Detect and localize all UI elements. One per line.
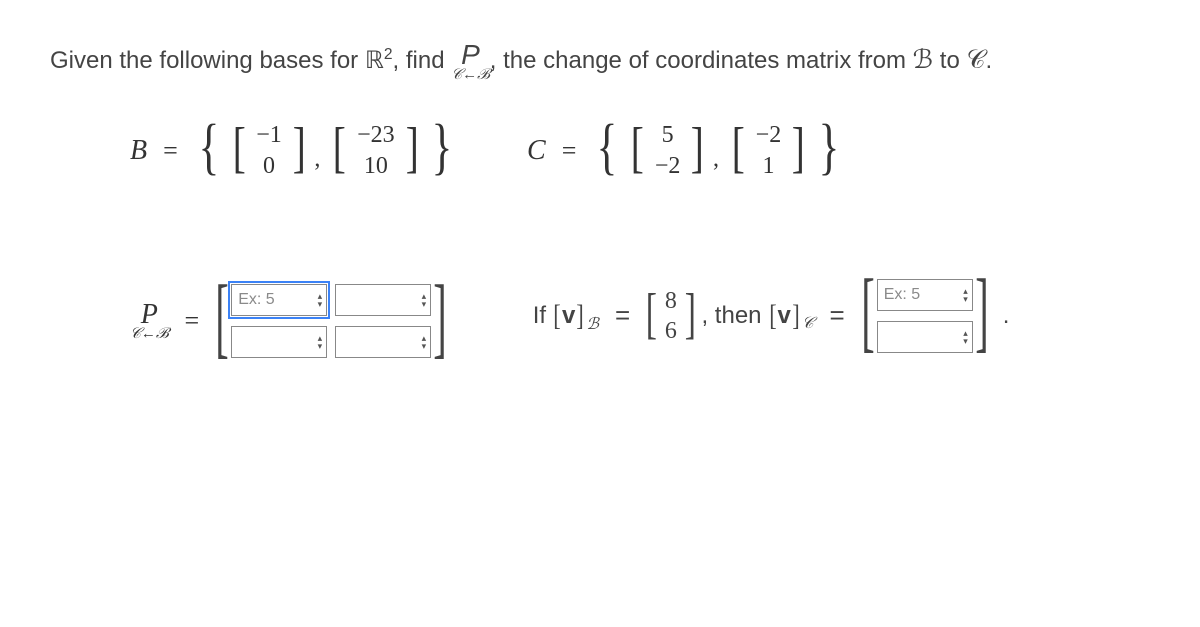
p-matrix-cell-0-1[interactable]: ▴▾ bbox=[335, 284, 431, 316]
vc-cell-0[interactable]: Ex: 5▴▾ bbox=[877, 279, 973, 311]
v-C-input-bracket: [ Ex: 5▴▾ ▴▾ ] bbox=[861, 279, 989, 353]
real-symbol: ℝ bbox=[365, 48, 384, 74]
p-matrix-cell-1-1[interactable]: ▴▾ bbox=[335, 326, 431, 358]
v-B-coord: [v]ℬ bbox=[552, 299, 599, 333]
change-of-basis-symbol: P𝒞←ℬ bbox=[451, 41, 490, 82]
stepper-icon[interactable]: ▴▾ bbox=[318, 334, 323, 350]
stepper-icon[interactable]: ▴▾ bbox=[318, 292, 323, 308]
vc-cell-1[interactable]: ▴▾ bbox=[877, 321, 973, 353]
p-symbol: P𝒞←ℬ bbox=[130, 301, 169, 342]
basis-B-symbol: ℬ bbox=[913, 44, 933, 74]
basis-C-symbol: 𝒞 bbox=[966, 44, 985, 74]
stepper-icon[interactable]: ▴▾ bbox=[422, 292, 427, 308]
v-B-vector: [ 86 ] bbox=[646, 288, 695, 345]
stepper-icon[interactable]: ▴▾ bbox=[422, 334, 427, 350]
question-text: Given the following bases for ℝ2, find P… bbox=[50, 40, 1150, 82]
p-matrix-cell-0-0[interactable]: Ex: 5▴▾ bbox=[231, 284, 327, 316]
p-matrix-row: P𝒞←ℬ = [ Ex: 5▴▾ ▴▾ ▴▾ ▴▾ ] bbox=[130, 284, 447, 358]
basis-B-def: B = { [ −10 ] , [ −2310 ] } bbox=[130, 122, 457, 179]
stepper-icon[interactable]: ▴▾ bbox=[963, 329, 968, 345]
basis-C-def: C = { [ 5−2 ] , [ −21 ] } bbox=[527, 122, 844, 179]
bases-definition: B = { [ −10 ] , [ −2310 ] } C = { [ 5−2 … bbox=[130, 122, 1150, 179]
v-C-coord: [v]𝒞 bbox=[768, 299, 814, 333]
vector-row: If [v]ℬ = [ 86 ] , then [v]𝒞 = [ Ex: 5▴▾… bbox=[533, 279, 1010, 353]
p-matrix-bracket: [ Ex: 5▴▾ ▴▾ ▴▾ ▴▾ ] bbox=[215, 284, 447, 358]
stepper-icon[interactable]: ▴▾ bbox=[963, 287, 968, 303]
p-matrix-cell-1-0[interactable]: ▴▾ bbox=[231, 326, 327, 358]
